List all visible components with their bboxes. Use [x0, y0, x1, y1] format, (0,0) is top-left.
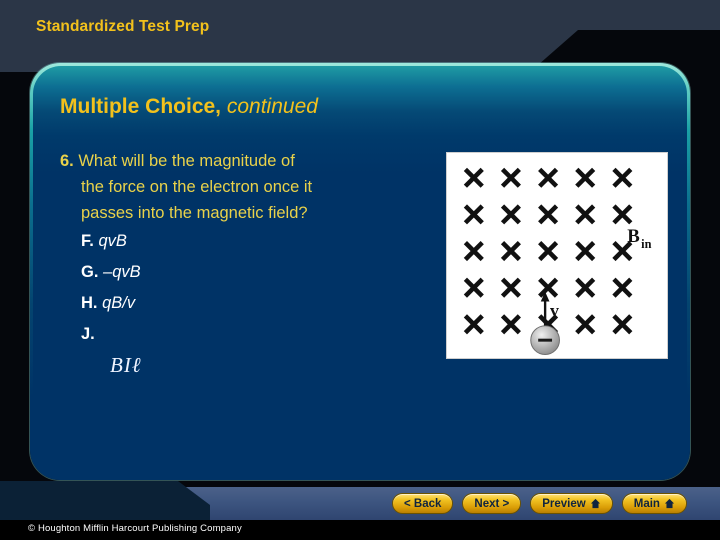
b-field-label: B	[627, 226, 640, 247]
choice-f[interactable]: F. qvB	[60, 226, 438, 257]
question-line-1: 6. What will be the magnitude of	[60, 148, 438, 174]
choice-f-letter: F.	[81, 232, 94, 250]
main-button-label: Main	[633, 497, 660, 510]
back-button[interactable]: < Back	[392, 493, 454, 514]
navigation-buttons: < Back Next > Preview Main	[392, 493, 687, 514]
question-text-1: What will be the magnitude of	[78, 152, 295, 170]
choice-j-formula: BIℓ	[110, 353, 142, 377]
home-icon	[590, 498, 601, 509]
b-field-subscript: in	[641, 237, 651, 251]
magnetic-field-diagram: B in v	[446, 152, 668, 359]
choice-h-expression: qB/v	[102, 294, 136, 312]
next-button[interactable]: Next >	[462, 493, 522, 514]
main-button[interactable]: Main	[621, 493, 687, 514]
question-line-3: passes into the magnetic field?	[81, 204, 308, 222]
preview-button[interactable]: Preview	[530, 493, 613, 514]
section-title: Multiple Choice, continued	[60, 95, 318, 119]
field-cross-grid	[463, 167, 633, 335]
choice-h[interactable]: H. qB/v	[60, 288, 438, 319]
navigation-left-wedge	[0, 481, 210, 520]
section-title-italic: continued	[221, 95, 318, 118]
header-band	[0, 0, 720, 72]
header-corner-shadow	[0, 72, 30, 118]
page-title: Standardized Test Prep	[36, 18, 210, 35]
preview-button-label: Preview	[542, 497, 586, 510]
copyright-notice: © Houghton Mifflin Harcourt Publishing C…	[28, 523, 242, 534]
question-block: 6. What will be the magnitude of the for…	[60, 148, 438, 380]
back-button-label: < Back	[404, 497, 442, 510]
choice-j[interactable]: J.	[60, 319, 438, 350]
choice-j-letter: J.	[81, 325, 95, 343]
choice-f-expression: qvB	[98, 232, 127, 250]
electron-sphere	[530, 325, 560, 356]
velocity-label: v	[550, 300, 559, 320]
home-icon	[664, 498, 675, 509]
question-line-2: the force on the electron once it	[81, 178, 313, 196]
question-number: 6.	[60, 152, 74, 170]
next-button-label: Next >	[474, 497, 510, 510]
magnetic-field-svg: B in v	[463, 167, 652, 356]
choice-h-letter: H.	[81, 294, 98, 312]
choice-g-expression: –qvB	[103, 263, 141, 281]
slide-stage: Standardized Test Prep Multiple Choice, …	[0, 0, 720, 540]
choice-g-letter: G.	[81, 263, 99, 281]
section-title-bold: Multiple Choice,	[60, 95, 222, 118]
choice-g[interactable]: G. –qvB	[60, 257, 438, 288]
